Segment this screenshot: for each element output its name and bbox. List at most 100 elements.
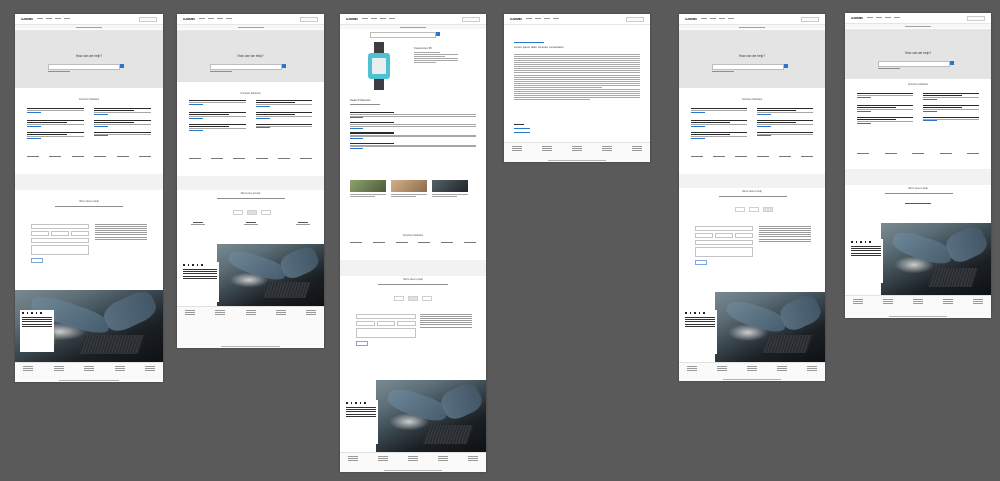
footer-links-panel — [20, 310, 54, 352]
related-link[interactable] — [514, 128, 530, 129]
solution-item[interactable] — [255, 123, 312, 131]
social-icons[interactable] — [346, 402, 376, 404]
breadcrumb[interactable] — [340, 25, 486, 29]
contact-description — [759, 226, 811, 243]
nav-search-input[interactable] — [967, 16, 985, 21]
hero-search-input[interactable] — [210, 64, 282, 70]
solution-item[interactable] — [255, 100, 312, 107]
breadcrumb[interactable] — [177, 25, 324, 29]
category-links[interactable] — [857, 153, 979, 154]
nav-links[interactable] — [701, 17, 734, 19]
solution-item[interactable] — [857, 93, 913, 100]
back-link[interactable] — [514, 42, 544, 43]
search-button[interactable] — [784, 64, 788, 68]
solution-item[interactable] — [189, 100, 246, 107]
footer-links[interactable] — [851, 245, 881, 256]
solution-item[interactable] — [189, 111, 246, 119]
footer-links[interactable] — [22, 316, 52, 327]
brand-logo[interactable]: GARMIN — [183, 17, 195, 21]
brand-logo[interactable]: GARMIN — [851, 16, 863, 20]
hero-helper-text — [48, 71, 70, 72]
contact-form[interactable] — [356, 314, 417, 346]
hero-photo — [715, 292, 825, 362]
brand-logo[interactable]: GARMIN — [346, 17, 358, 21]
solution-item[interactable] — [189, 123, 246, 131]
video-thumbnails — [350, 180, 476, 198]
solution-item[interactable] — [757, 131, 813, 139]
social-icons[interactable] — [685, 312, 715, 314]
nav-links[interactable] — [199, 17, 232, 19]
solution-item[interactable] — [691, 108, 747, 115]
nav-links[interactable] — [362, 17, 395, 19]
search-button[interactable] — [120, 64, 124, 68]
solution-item[interactable] — [27, 131, 84, 139]
contact-form[interactable] — [695, 226, 753, 265]
solution-item[interactable] — [857, 104, 913, 112]
video-thumb[interactable] — [391, 180, 427, 198]
contact-support-link[interactable] — [905, 203, 931, 204]
search-button[interactable] — [950, 61, 954, 65]
submit-button[interactable] — [356, 341, 368, 346]
product-image — [362, 42, 396, 90]
search-result[interactable] — [350, 142, 476, 149]
social-icons[interactable] — [183, 264, 217, 266]
solution-item[interactable] — [857, 116, 913, 124]
common-solutions-title: Common Solutions — [402, 234, 424, 237]
solution-item[interactable] — [691, 131, 747, 139]
solution-item[interactable] — [27, 119, 84, 127]
nav-links[interactable] — [867, 16, 900, 18]
solution-item[interactable] — [27, 108, 84, 115]
footer-links[interactable] — [685, 316, 715, 327]
footer-links[interactable] — [346, 406, 376, 417]
related-link[interactable] — [514, 132, 530, 133]
solution-item[interactable] — [757, 108, 813, 115]
solution-item[interactable] — [94, 119, 151, 127]
hero-search-input[interactable] — [878, 61, 950, 67]
nav-search-input[interactable] — [626, 17, 644, 22]
solution-item[interactable] — [255, 111, 312, 119]
contact-subtitle — [378, 284, 448, 285]
search-result[interactable] — [350, 132, 476, 139]
submit-button[interactable] — [31, 258, 43, 263]
contact-form[interactable] — [31, 224, 89, 263]
nav-search-input[interactable] — [300, 17, 318, 22]
search-button[interactable] — [436, 32, 440, 36]
solution-item[interactable] — [94, 108, 151, 115]
social-icons[interactable] — [851, 241, 881, 243]
category-links[interactable] — [189, 158, 312, 159]
product-search-input[interactable] — [370, 32, 436, 38]
brand-logo[interactable]: GARMIN — [21, 17, 33, 21]
contact-tabs[interactable] — [394, 296, 432, 301]
contact-tabs[interactable] — [735, 207, 773, 212]
social-icons[interactable] — [22, 312, 52, 314]
hero-search-input[interactable] — [712, 64, 784, 70]
search-button[interactable] — [282, 64, 286, 68]
solution-item[interactable] — [923, 93, 979, 100]
solution-item[interactable] — [923, 116, 979, 124]
search-result[interactable] — [350, 112, 476, 119]
nav-links[interactable] — [526, 17, 559, 19]
video-thumb[interactable] — [350, 180, 386, 198]
breadcrumb[interactable] — [15, 25, 163, 29]
category-links[interactable] — [691, 156, 813, 157]
breadcrumb[interactable] — [679, 25, 825, 29]
solution-item[interactable] — [94, 131, 151, 139]
brand-logo[interactable]: GARMIN — [685, 17, 697, 21]
nav-search-input[interactable] — [139, 17, 157, 22]
nav-search-input[interactable] — [462, 17, 480, 22]
video-thumb[interactable] — [432, 180, 468, 198]
submit-button[interactable] — [695, 260, 707, 265]
category-links[interactable] — [27, 156, 151, 157]
contact-tabs[interactable] — [233, 210, 271, 215]
solution-item[interactable] — [757, 119, 813, 127]
hero-search-input[interactable] — [48, 64, 120, 70]
brand-logo[interactable]: GARMIN — [510, 17, 522, 21]
category-links[interactable] — [350, 242, 476, 243]
breadcrumb[interactable] — [845, 24, 991, 28]
solution-item[interactable] — [691, 119, 747, 127]
solution-item[interactable] — [923, 104, 979, 112]
search-result[interactable] — [350, 122, 476, 129]
nav-search-input[interactable] — [801, 17, 819, 22]
footer-links[interactable] — [183, 268, 217, 279]
nav-links[interactable] — [37, 17, 70, 19]
